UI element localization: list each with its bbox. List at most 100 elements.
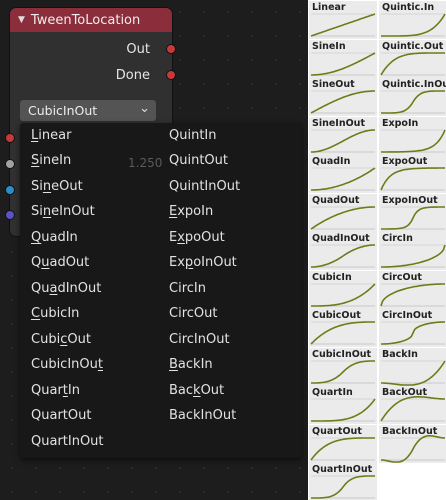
easing-curve xyxy=(381,129,446,153)
menu-item-quartinout[interactable]: QuartInOut xyxy=(31,429,104,454)
easing-curve xyxy=(311,359,375,384)
easing-curve-plot xyxy=(310,90,375,114)
easing-cell: CircOut xyxy=(379,270,446,309)
menu-item-cubicinout[interactable]: CubicInOut xyxy=(31,352,103,377)
menu-item-quartout[interactable]: QuartOut xyxy=(31,403,91,428)
easing-curve xyxy=(310,321,375,345)
menu-item-sineinout[interactable]: SineInOut xyxy=(31,199,95,224)
easing-curve xyxy=(381,90,445,114)
output-label-done: Done xyxy=(115,68,150,83)
easing-curve xyxy=(381,13,446,37)
easing-curve-plot xyxy=(381,129,446,153)
easing-curve xyxy=(381,244,446,268)
menu-item-quadinout[interactable]: QuadInOut xyxy=(31,276,101,301)
easing-curve-plot xyxy=(380,167,445,191)
menu-item-circinout[interactable]: CircInOut xyxy=(169,327,230,352)
menu-item-quintin[interactable]: QuintIn xyxy=(169,123,217,148)
easing-cell: QuartIn xyxy=(309,386,377,424)
menu-item-backin[interactable]: BackIn xyxy=(169,352,213,377)
menu-item-expoinout[interactable]: ExpoInOut xyxy=(169,250,237,275)
easing-curve-plot xyxy=(310,436,375,460)
easing-curve-plot xyxy=(310,321,375,345)
easing-cell: Quintic.Out xyxy=(379,39,446,78)
node-header[interactable]: ▼ TweenToLocation xyxy=(10,8,172,32)
easing-cell: BackOut xyxy=(379,386,446,424)
easing-curve-plot xyxy=(381,90,445,114)
easing-curve-plot xyxy=(381,360,446,386)
easing-dropdown[interactable]: CubicInOut ⌄ xyxy=(20,100,156,121)
easing-curve xyxy=(310,436,375,460)
menu-item-quintinout[interactable]: QuintInOut xyxy=(169,174,240,199)
menu-item-sinein[interactable]: SineIn xyxy=(31,148,71,173)
menu-item-circin[interactable]: CircIn xyxy=(169,276,206,301)
easing-cell: SineIn xyxy=(309,39,377,78)
easing-curve-plot xyxy=(381,205,445,230)
easing-curve xyxy=(381,321,445,345)
collapse-triangle-icon[interactable]: ▼ xyxy=(18,15,25,25)
menu-item-quadout[interactable]: QuadOut xyxy=(31,250,89,275)
output-label-out: Out xyxy=(126,42,150,57)
easing-curve-plot xyxy=(311,244,375,268)
easing-cell: ExpoOut xyxy=(379,155,446,193)
menu-item-sineout[interactable]: SineOut xyxy=(31,174,83,199)
menu-item-linear[interactable]: Linear xyxy=(31,123,71,148)
menu-item-cubicin[interactable]: CubicIn xyxy=(31,301,79,326)
hidden-field-value: 1.250 xyxy=(128,156,163,170)
easing-curve xyxy=(380,167,445,191)
easing-cell: CubicInOut xyxy=(309,347,377,386)
easing-cell: CircInOut xyxy=(379,309,446,347)
easing-curve-plot xyxy=(380,396,445,422)
easing-curve xyxy=(311,167,376,191)
easing-curve-plot xyxy=(311,282,376,307)
easing-cell: SineOut xyxy=(309,78,377,116)
easing-curve xyxy=(381,205,445,230)
easing-curve-plot xyxy=(381,13,446,37)
easing-curve xyxy=(380,434,446,463)
easing-curve xyxy=(380,51,445,75)
easing-curve xyxy=(380,396,445,422)
menu-item-backinout[interactable]: BackInOut xyxy=(169,403,236,428)
input-socket-location[interactable] xyxy=(5,210,15,220)
easing-cell: BackIn xyxy=(379,347,446,386)
easing-curve-plot xyxy=(311,167,376,191)
input-socket-exec[interactable] xyxy=(5,133,15,143)
easing-curve xyxy=(310,90,375,114)
input-socket-vector[interactable] xyxy=(5,185,15,195)
easing-curve-plot xyxy=(310,205,375,230)
menu-item-expoin[interactable]: ExpoIn xyxy=(169,199,213,224)
output-socket-done[interactable] xyxy=(166,70,176,80)
easing-curve-plot xyxy=(380,51,445,75)
easing-curve-plot xyxy=(311,128,375,153)
easing-curve-plot xyxy=(311,51,376,76)
easing-cell: QuadInOut xyxy=(309,232,377,270)
easing-cell: QuartOut xyxy=(309,424,377,463)
chevron-down-icon: ⌄ xyxy=(139,101,150,116)
menu-item-quintout[interactable]: QuintOut xyxy=(169,148,228,173)
easing-cell: ExpoInOut xyxy=(379,193,446,232)
easing-cell: ExpoIn xyxy=(379,116,446,155)
easing-curve xyxy=(311,475,375,499)
easing-curve xyxy=(380,282,445,306)
easing-curve-plot xyxy=(381,244,446,268)
easing-curve-plot xyxy=(381,321,445,345)
menu-item-cubicout[interactable]: CubicOut xyxy=(31,327,91,352)
menu-item-backout[interactable]: BackOut xyxy=(169,378,224,403)
easing-curve xyxy=(310,205,375,230)
menu-item-quadin[interactable]: QuadIn xyxy=(31,225,78,250)
menu-item-expoout[interactable]: ExpoOut xyxy=(169,225,225,250)
easing-cell: QuadIn xyxy=(309,155,377,193)
easing-menu: 1.250 Linear SineIn SineOut SineInOut Qu… xyxy=(20,123,302,458)
easing-cell: CircIn xyxy=(379,232,446,270)
node-title: TweenToLocation xyxy=(30,12,141,28)
easing-curve xyxy=(381,360,446,386)
input-socket-value[interactable] xyxy=(5,159,15,169)
menu-item-circout[interactable]: CircOut xyxy=(169,301,217,326)
easing-curve xyxy=(310,13,376,37)
easing-cell: CubicIn xyxy=(309,270,377,309)
easing-curve xyxy=(311,51,376,76)
menu-item-quartin[interactable]: QuartIn xyxy=(31,378,80,403)
output-socket-out[interactable] xyxy=(166,44,176,54)
easing-curve-plot xyxy=(380,282,445,306)
easing-curve xyxy=(311,282,376,307)
easing-curve xyxy=(311,244,375,268)
